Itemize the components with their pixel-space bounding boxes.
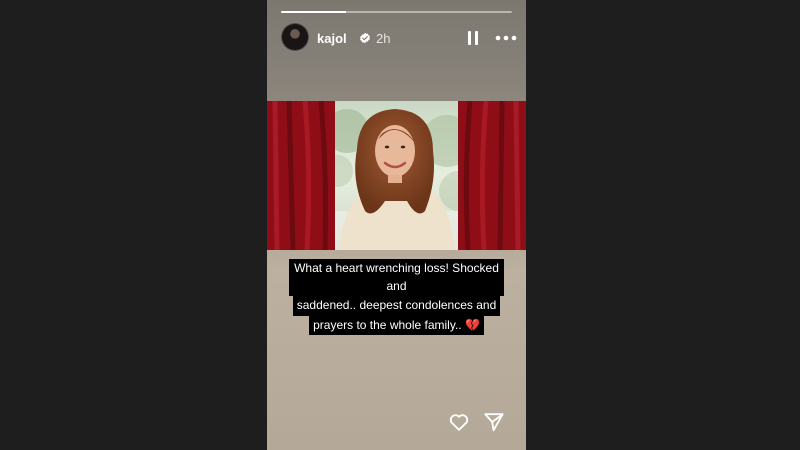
heart-icon[interactable] — [448, 411, 470, 433]
more-icon[interactable] — [494, 30, 518, 46]
story-photo — [267, 101, 526, 250]
story-caption: What a heart wrenching loss! Shocked and… — [289, 259, 504, 335]
caption-line: prayers to the whole family.. 💔 — [309, 315, 484, 335]
send-icon[interactable] — [483, 411, 505, 433]
story-header: kajol 2h — [281, 23, 518, 53]
username[interactable]: kajol — [317, 31, 347, 46]
post-time: 2h — [376, 31, 391, 46]
pause-icon[interactable] — [465, 30, 481, 46]
verified-badge-icon — [360, 32, 370, 44]
curtain-right — [458, 101, 526, 250]
story-viewer[interactable]: kajol 2h What a heart wrenching loss! Sh… — [267, 0, 526, 450]
story-progress-fill — [281, 11, 346, 13]
story-progress-bar — [281, 11, 512, 13]
caption-line: saddened.. deepest condolences and — [292, 296, 501, 316]
avatar[interactable] — [281, 23, 309, 51]
curtain-left — [267, 101, 335, 250]
caption-line: What a heart wrenching loss! Shocked and — [289, 259, 504, 296]
